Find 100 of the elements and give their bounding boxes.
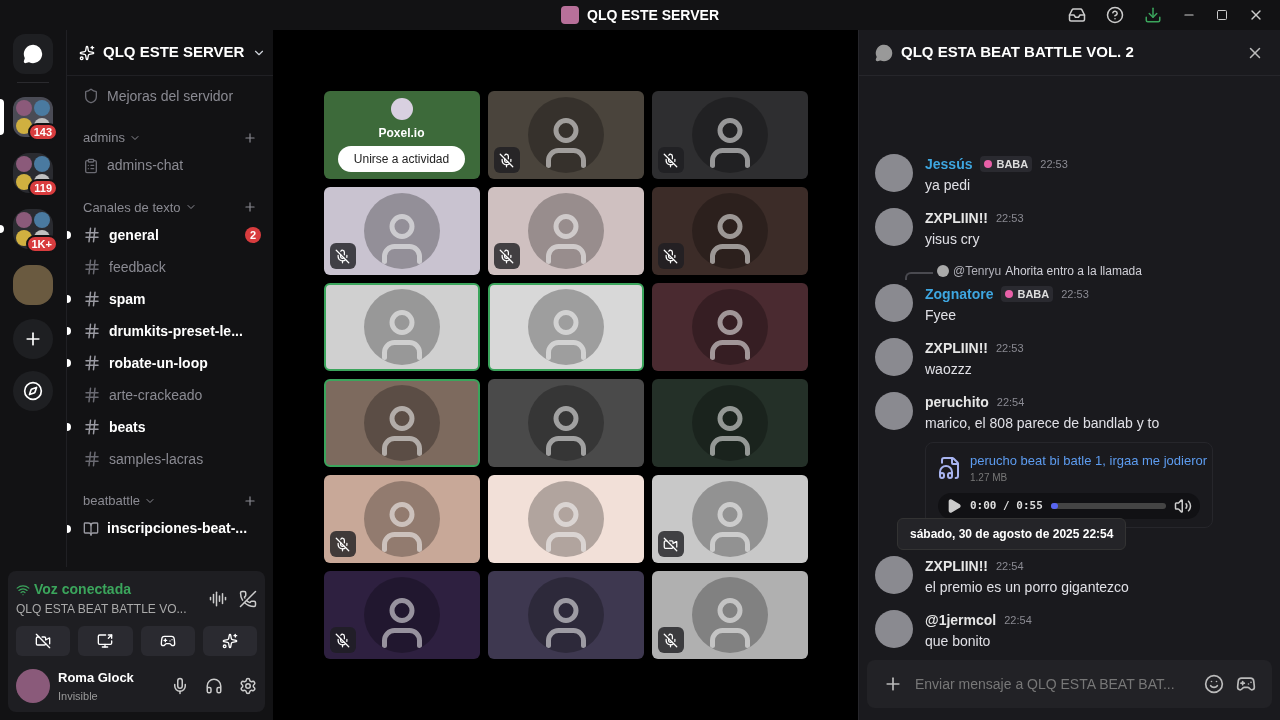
- avatar[interactable]: [875, 153, 913, 192]
- activity-button[interactable]: [140, 626, 195, 656]
- message-time: 22:53: [996, 210, 1024, 226]
- chat-bubble-icon: [23, 44, 43, 64]
- rules-icon: [83, 520, 99, 537]
- camera-off-button[interactable]: [16, 626, 71, 656]
- channel-item[interactable]: drumkits-preset-le...: [109, 320, 243, 342]
- progress-track[interactable]: [1050, 503, 1166, 509]
- screen-share-icon: [97, 633, 114, 649]
- category-label[interactable]: beatbattle: [83, 491, 141, 511]
- camera-off-icon: [35, 633, 52, 649]
- server-icon: [561, 6, 579, 24]
- server-item[interactable]: 1K+: [0, 203, 66, 255]
- message-text: que bonito: [925, 632, 992, 651]
- author-name[interactable]: ZXPLIIN!!: [925, 207, 988, 229]
- server-item[interactable]: 143: [0, 91, 66, 143]
- channel-item[interactable]: robate-un-loop: [109, 352, 208, 374]
- channel-item[interactable]: Mejoras del servidor: [107, 85, 234, 107]
- message-time: 22:53: [996, 340, 1024, 356]
- gamepad-icon[interactable]: [1236, 674, 1256, 694]
- file-link[interactable]: perucho beat bi batle 1, irgaa me jodieror: [970, 450, 1208, 470]
- channel-item[interactable]: admins-chat: [107, 155, 184, 176]
- hash-icon: [83, 450, 101, 468]
- avatar: [937, 264, 949, 277]
- maximize-icon[interactable]: [1216, 9, 1228, 21]
- server-name[interactable]: QLQ ESTE SERVER: [103, 41, 245, 64]
- home-button[interactable]: [13, 34, 53, 74]
- message-text: Fyee: [925, 305, 958, 325]
- mention-badge: 2: [245, 227, 261, 243]
- message-text: ya pedi: [925, 175, 972, 195]
- avatar[interactable]: [875, 207, 913, 246]
- reply-text[interactable]: Ahorita entro a la llamada: [1005, 261, 1142, 280]
- emoji-icon[interactable]: [1204, 674, 1224, 694]
- avatar: [390, 98, 413, 120]
- sound-wave-icon[interactable]: [209, 589, 227, 608]
- user-status: Invisible: [58, 688, 99, 704]
- avatar[interactable]: [875, 337, 913, 376]
- message-time: 22:53: [1061, 286, 1089, 302]
- add-channel-icon[interactable]: [243, 200, 257, 215]
- channel-item[interactable]: arte-crackeado: [109, 384, 203, 406]
- window-title: QLQ ESTE SERVER: [587, 5, 719, 25]
- volume-icon[interactable]: [1174, 497, 1192, 515]
- channel-item[interactable]: general: [109, 224, 159, 246]
- microphone-icon[interactable]: [171, 677, 189, 695]
- screen-share-button[interactable]: [78, 626, 133, 656]
- category-label[interactable]: admins: [83, 128, 125, 148]
- discover-button[interactable]: [13, 371, 53, 411]
- add-channel-icon[interactable]: [243, 130, 257, 145]
- server-item[interactable]: 119: [0, 147, 66, 199]
- compass-icon: [23, 381, 43, 401]
- message-field[interactable]: Enviar mensaje a QLQ ESTA BEAT BAT...: [867, 660, 1272, 708]
- help-icon[interactable]: [1106, 6, 1124, 24]
- author-name[interactable]: Zognatore: [925, 283, 994, 305]
- avatar[interactable]: [875, 391, 913, 430]
- reply-user[interactable]: @Tenryu: [953, 261, 1002, 280]
- message-time: 22:53: [1040, 156, 1068, 172]
- channel-item[interactable]: feedback: [109, 256, 166, 278]
- voice-channel[interactable]: QLQ ESTA BEAT BATTLE VO...: [16, 600, 209, 618]
- avatar[interactable]: [875, 610, 913, 648]
- hash-icon: [83, 418, 101, 436]
- hash-icon: [83, 354, 101, 372]
- chat-bubble-icon: [875, 43, 893, 62]
- signal-icon: [16, 582, 30, 597]
- play-icon[interactable]: [946, 498, 962, 514]
- message-time: 22:54: [996, 559, 1024, 575]
- settings-icon[interactable]: [239, 677, 257, 695]
- hang-up-icon[interactable]: [239, 589, 257, 608]
- unread-count-badge: 1K+: [25, 235, 58, 253]
- download-icon[interactable]: [1144, 6, 1162, 24]
- channel-item[interactable]: beats: [109, 416, 146, 438]
- playback-time: 0:00 / 0:55: [970, 497, 1043, 514]
- message-text: el premio es un porro gigantezco: [925, 578, 1129, 597]
- avatar[interactable]: [16, 669, 50, 703]
- audio-file-icon: [938, 455, 962, 480]
- channel-item[interactable]: spam: [109, 288, 146, 310]
- gamepad-icon: [159, 633, 176, 649]
- message-input[interactable]: Enviar mensaje a QLQ ESTA BEAT BAT...: [915, 673, 1192, 695]
- join-activity-button[interactable]: Unirse a actividad: [337, 146, 466, 172]
- unread-count-badge: 119: [28, 179, 58, 197]
- activity-title: Poxel.io: [378, 125, 425, 142]
- author-name[interactable]: @1jermcol: [925, 610, 997, 631]
- soundboard-button[interactable]: [202, 626, 257, 656]
- inbox-icon[interactable]: [1068, 6, 1086, 24]
- timestamp-tooltip: sábado, 30 de agosto de 2025 22:54: [897, 518, 1127, 550]
- channel-item[interactable]: samples-lacras: [109, 448, 204, 470]
- forum-icon: [83, 157, 99, 174]
- author-name[interactable]: peruchito: [925, 391, 989, 413]
- author-name[interactable]: Jessús: [925, 153, 973, 175]
- avatar[interactable]: [875, 556, 913, 594]
- category-label[interactable]: Canales de texto: [83, 197, 181, 217]
- author-name[interactable]: ZXPLIIN!!: [925, 556, 988, 577]
- add-channel-icon[interactable]: [243, 493, 257, 508]
- avatar[interactable]: [875, 283, 913, 322]
- headphones-icon[interactable]: [205, 677, 223, 695]
- hash-icon: [83, 322, 101, 340]
- add-server-button[interactable]: [13, 319, 53, 359]
- channel-item[interactable]: inscripciones-beat-...: [107, 518, 248, 539]
- server-icon[interactable]: [13, 265, 53, 305]
- author-name[interactable]: ZXPLIIN!!: [925, 337, 988, 359]
- hash-icon: [83, 386, 101, 404]
